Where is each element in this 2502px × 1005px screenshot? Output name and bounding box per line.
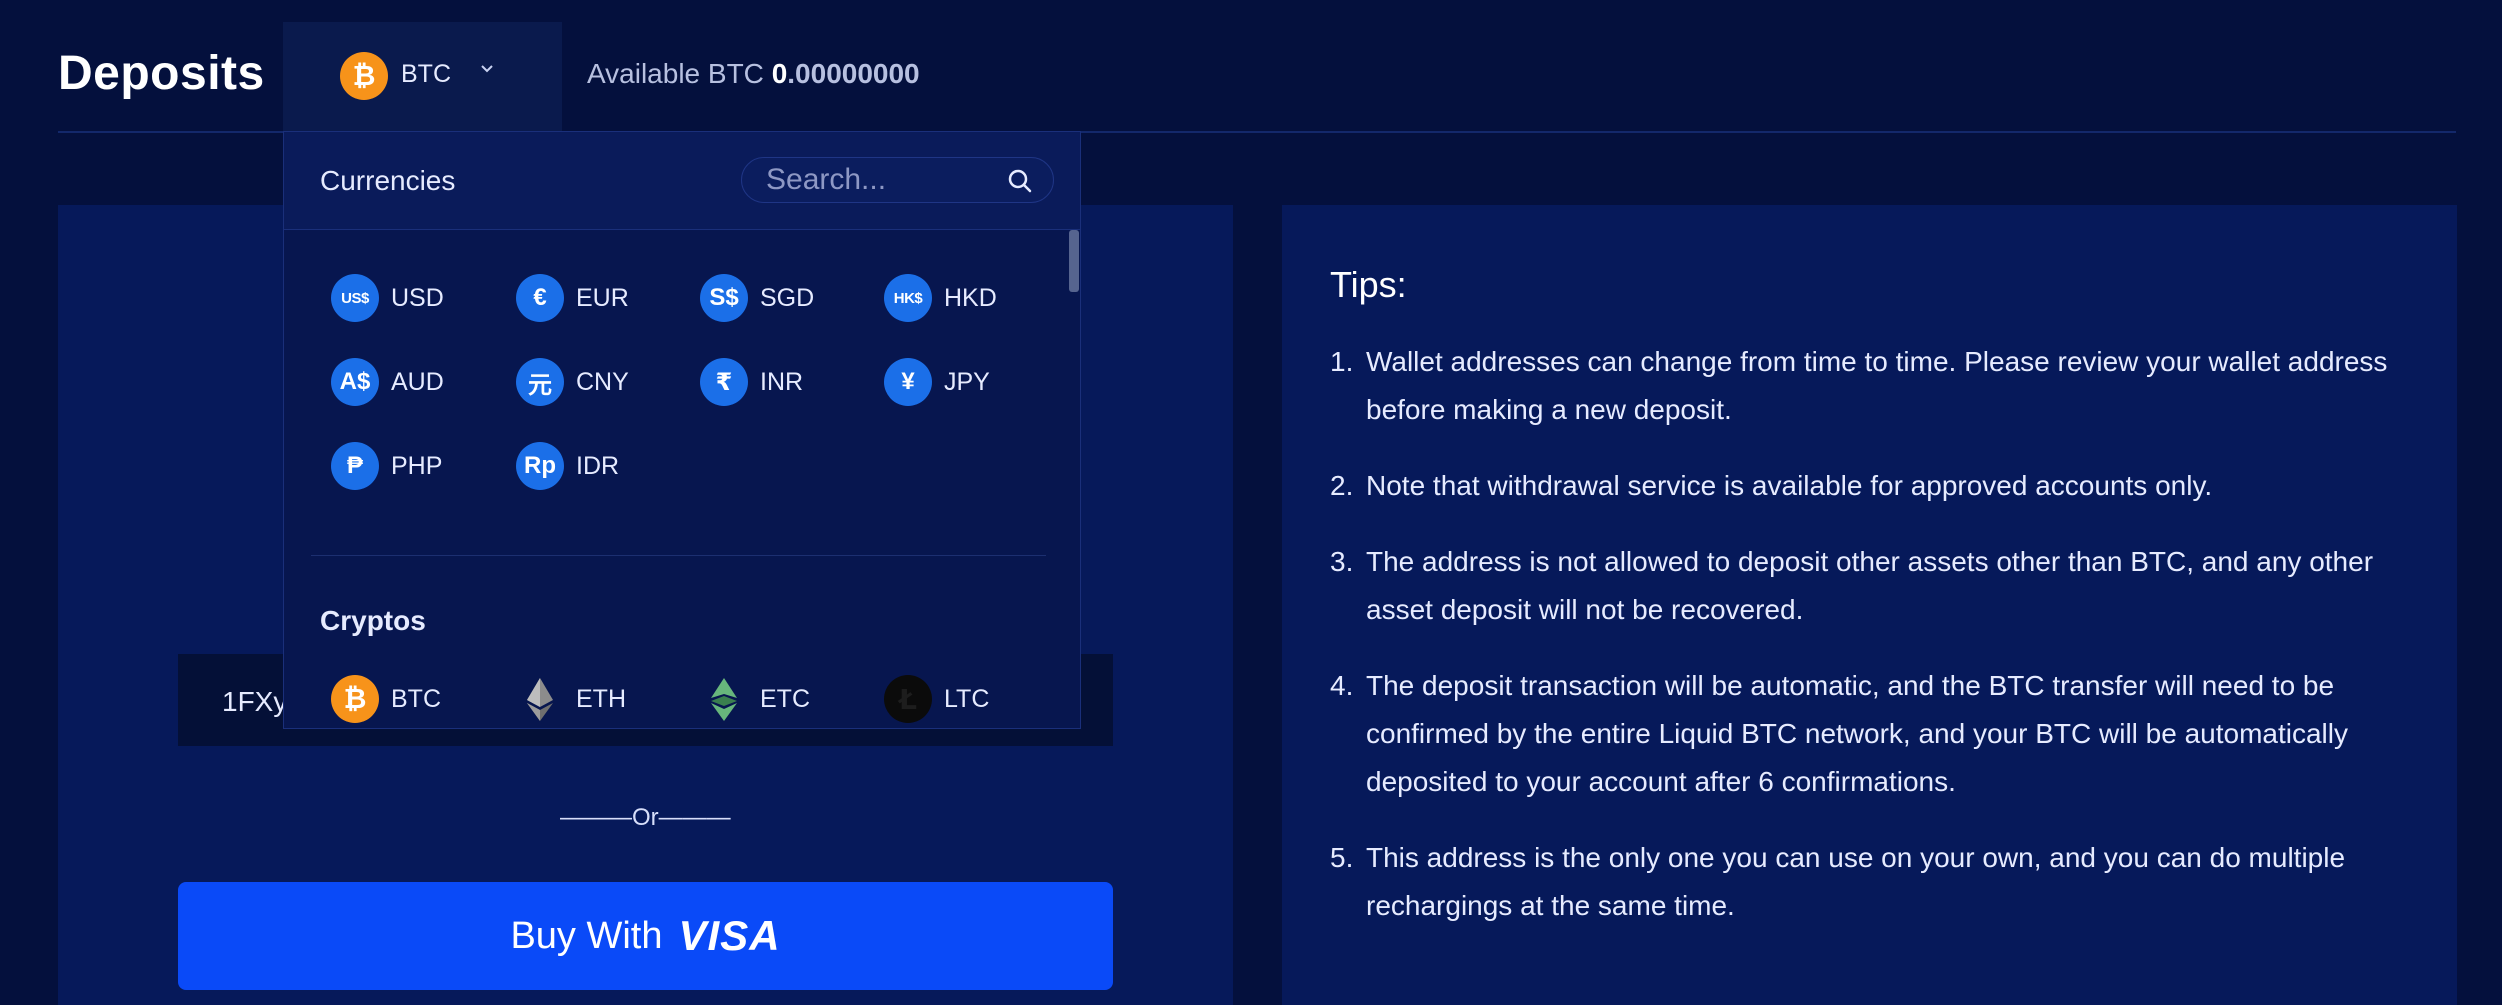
- cryptos-heading: Cryptos: [320, 605, 426, 636]
- ethereum-icon: [527, 678, 553, 721]
- page-title: Deposits: [58, 47, 265, 100]
- buy-button-label: Buy With: [510, 914, 663, 957]
- litecoin-icon: Ł: [884, 675, 932, 723]
- tips-title: Tips:: [1330, 264, 1407, 305]
- available-amount-whole: 0: [771, 58, 788, 89]
- currency-search[interactable]: [741, 157, 1054, 203]
- ethereum-classic-icon: [711, 678, 737, 721]
- currency-item-cny[interactable]: 元 CNY: [516, 358, 629, 406]
- currency-selector[interactable]: ₿ BTC: [283, 22, 562, 132]
- search-icon[interactable]: [1006, 167, 1034, 195]
- crypto-item-eth[interactable]: ETH: [516, 675, 626, 723]
- currency-item-sgd[interactable]: S$ SGD: [700, 274, 814, 322]
- idr-icon: Rp: [516, 442, 564, 490]
- crypto-item-ltc[interactable]: Ł LTC: [884, 675, 989, 723]
- currency-item-aud[interactable]: A$ AUD: [331, 358, 444, 406]
- tip-item: 3. The address is not allowed to deposit …: [1330, 546, 2374, 625]
- currency-item-php[interactable]: ₱ PHP: [331, 442, 442, 490]
- scrollbar-thumb[interactable]: [1069, 230, 1079, 292]
- tips-list: 1. Wallet addresses can change from time …: [1330, 338, 2410, 958]
- currencies-heading: Currencies: [320, 165, 456, 196]
- cny-icon: 元: [516, 358, 564, 406]
- dropdown-scrollbar[interactable]: [1068, 230, 1080, 728]
- available-amount-fraction: .00000000: [787, 58, 920, 89]
- inr-icon: ₹: [700, 358, 748, 406]
- tip-item: 5. This address is the only one you can u…: [1330, 842, 2346, 921]
- currency-search-input[interactable]: [766, 162, 996, 198]
- deposit-address: 1FXy: [222, 686, 288, 717]
- selected-currency-label: BTC: [401, 60, 451, 88]
- buy-with-visa-button[interactable]: Buy With VISA: [178, 882, 1113, 990]
- jpy-icon: ¥: [884, 358, 932, 406]
- currency-item-eur[interactable]: € EUR: [516, 274, 629, 322]
- bitcoin-icon: ₿: [331, 675, 379, 723]
- tip-item: 2. Note that withdrawal service is availa…: [1330, 470, 2213, 501]
- hkd-icon: HK$: [884, 274, 932, 322]
- currency-item-idr[interactable]: Rp IDR: [516, 442, 619, 490]
- dropdown-divider: [311, 555, 1046, 556]
- crypto-item-btc[interactable]: ₿ BTC: [331, 675, 441, 723]
- php-icon: ₱: [331, 442, 379, 490]
- dropdown-header: Currencies: [284, 132, 1080, 230]
- crypto-item-etc[interactable]: ETC: [700, 675, 810, 723]
- tip-item: 4. The deposit transaction will be automa…: [1330, 670, 2348, 797]
- svg-text:₿: ₿: [344, 682, 367, 715]
- tip-item: 1. Wallet addresses can change from time …: [1330, 346, 2388, 425]
- svg-text:Ł: Ł: [897, 683, 917, 716]
- currency-item-inr[interactable]: ₹ INR: [700, 358, 803, 406]
- or-separator: ———Or———: [560, 804, 731, 831]
- available-balance: Available BTC 0.00000000: [587, 58, 920, 90]
- available-label: Available BTC: [587, 58, 764, 89]
- eur-icon: €: [516, 274, 564, 322]
- sgd-icon: S$: [700, 274, 748, 322]
- usd-icon: US$: [331, 274, 379, 322]
- aud-icon: A$: [331, 358, 379, 406]
- currency-item-usd[interactable]: US$ USD: [331, 274, 444, 322]
- currency-item-hkd[interactable]: HK$ HKD: [884, 274, 997, 322]
- bitcoin-icon: ₿: [340, 52, 388, 100]
- currency-dropdown: Currencies US$ USD € EUR S$ SGD HK$ HKD …: [283, 131, 1081, 729]
- currency-item-jpy[interactable]: ¥ JPY: [884, 358, 990, 406]
- svg-text:₿: ₿: [353, 59, 376, 92]
- chevron-down-icon: [481, 65, 493, 73]
- visa-logo: VISA: [678, 912, 781, 959]
